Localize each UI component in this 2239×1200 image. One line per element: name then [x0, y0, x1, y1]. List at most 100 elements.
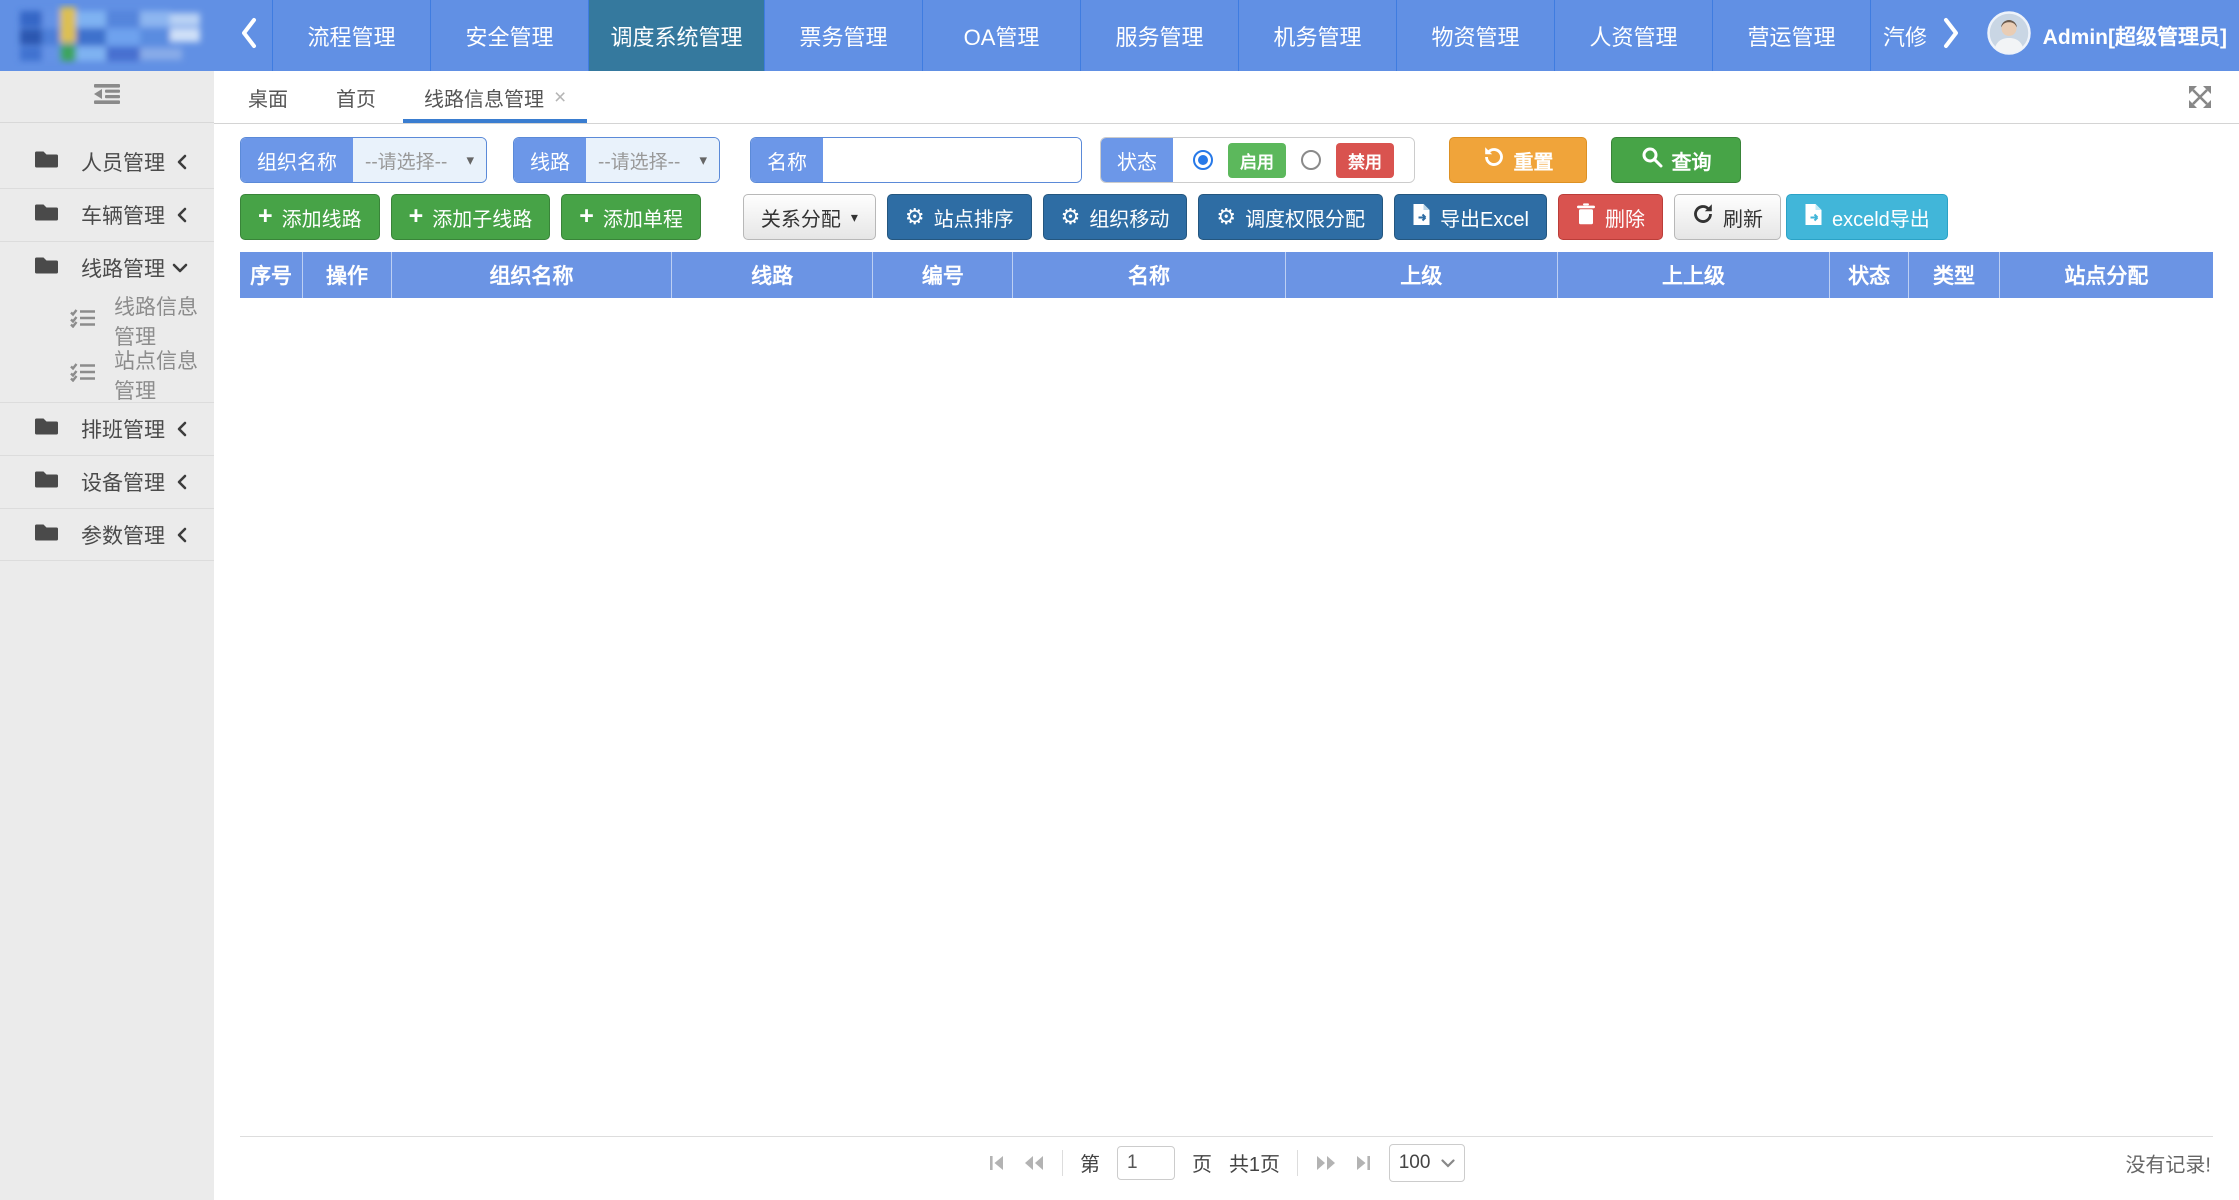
org-name-select[interactable]: --请选择-- ▾	[353, 138, 486, 182]
nav-item-oa[interactable]: OA管理	[922, 0, 1080, 71]
tab-home[interactable]: 首页	[312, 71, 400, 123]
tab-bar: 桌面 首页 线路信息管理 ×	[214, 71, 2239, 124]
column-header: 状态	[1830, 252, 1909, 298]
selected-value: --请选择--	[598, 147, 680, 174]
chevron-down-icon	[172, 262, 188, 274]
refresh-icon	[1692, 203, 1714, 231]
org-move-button[interactable]: ⚙ 组织移动	[1043, 194, 1188, 240]
folder-icon	[34, 255, 59, 281]
chevron-left-icon	[176, 527, 188, 543]
column-header: 类型	[1909, 252, 2000, 298]
nav-item-safety[interactable]: 安全管理	[430, 0, 588, 71]
reset-button[interactable]: 重置	[1449, 137, 1587, 183]
refresh-button[interactable]: 刷新	[1674, 194, 1781, 240]
plus-icon: +	[409, 204, 424, 229]
sidebar-collapse-button[interactable]	[0, 71, 214, 123]
sidebar-item-label: 线路信息管理	[114, 291, 214, 351]
fullscreen-button[interactable]	[2187, 84, 2213, 115]
sidebar-item-personnel[interactable]: 人员管理	[0, 135, 214, 188]
main-panel: 桌面 首页 线路信息管理 × 组织名称	[214, 71, 2239, 1200]
radio-disabled[interactable]	[1301, 150, 1321, 170]
content-area: 组织名称 --请选择-- ▾ 线路 --请选择-- ▾ 名称 状态	[214, 124, 2239, 1200]
plus-icon: +	[579, 204, 594, 229]
tab-desktop[interactable]: 桌面	[224, 71, 312, 123]
sidebar-item-lines[interactable]: 线路管理	[0, 241, 214, 294]
status-options: 启用 禁用	[1173, 138, 1414, 182]
folder-icon	[34, 469, 59, 495]
last-page-button[interactable]	[1354, 1154, 1372, 1172]
nav-item-materials[interactable]: 物资管理	[1396, 0, 1554, 71]
line-label: 线路	[514, 138, 586, 182]
page-number-input[interactable]	[1117, 1146, 1175, 1180]
search-icon	[1641, 146, 1663, 174]
caret-down-icon: ▾	[466, 151, 474, 169]
avatar	[1987, 11, 2031, 61]
caret-down-icon: ▾	[699, 151, 707, 169]
sidebar-item-line-info[interactable]: 线路信息管理	[0, 294, 214, 348]
user-menu[interactable]: Admin[超级管理员]	[1987, 0, 2239, 71]
export-excel-button[interactable]: 导出Excel	[1394, 194, 1547, 240]
gear-icon: ⚙	[1061, 206, 1081, 228]
page-size-select[interactable]: 100	[1389, 1144, 1465, 1182]
excel-export-button[interactable]: exceld导出	[1786, 194, 1948, 240]
sidebar-item-parameters[interactable]: 参数管理	[0, 508, 214, 561]
tab-line-info-management[interactable]: 线路信息管理 ×	[400, 71, 590, 123]
relation-assign-dropdown[interactable]: 关系分配 ▾	[743, 194, 876, 240]
next-page-button[interactable]	[1315, 1154, 1337, 1172]
table-header-row: 序号 操作 组织名称 线路 编号 名称 上级 上上级 状态 类型 站点分配	[240, 252, 2213, 298]
file-export-icon	[1412, 203, 1431, 232]
divider	[1062, 1150, 1063, 1176]
chevron-left-icon	[176, 421, 188, 437]
folder-icon	[34, 416, 59, 442]
search-button[interactable]: 查询	[1611, 137, 1741, 183]
column-header: 上级	[1286, 252, 1558, 298]
first-page-button[interactable]	[988, 1154, 1006, 1172]
divider	[1297, 1150, 1298, 1176]
org-name-filter-group: 组织名称 --请选择-- ▾	[240, 137, 487, 183]
delete-button[interactable]: 删除	[1558, 194, 1663, 240]
sidebar-menu: 人员管理 车辆管理 线路管理 线路信息管理 站点信息管理 排班管理	[0, 123, 214, 561]
button-label: 刷新	[1723, 203, 1763, 232]
sidebar-item-station-info[interactable]: 站点信息管理	[0, 348, 214, 402]
dispatch-permission-button[interactable]: ⚙ 调度权限分配	[1198, 194, 1383, 240]
nav-item-machinery[interactable]: 机务管理	[1238, 0, 1396, 71]
column-header: 组织名称	[392, 252, 672, 298]
nav-item-vehicle-repair[interactable]: 汽修管理	[1870, 0, 1928, 71]
close-icon[interactable]: ×	[554, 87, 566, 108]
nav-item-process[interactable]: 流程管理	[272, 0, 430, 71]
nav-item-service[interactable]: 服务管理	[1080, 0, 1238, 71]
add-one-way-button[interactable]: + 添加单程	[561, 194, 701, 240]
nav-scroll-right-button[interactable]	[1928, 0, 1974, 71]
sidebar-item-scheduling[interactable]: 排班管理	[0, 402, 214, 455]
sidebar-item-equipment[interactable]: 设备管理	[0, 455, 214, 508]
gear-icon: ⚙	[905, 206, 925, 228]
status-badge-enabled[interactable]: 启用	[1228, 143, 1286, 178]
sidebar-item-label: 设备管理	[81, 467, 176, 497]
add-sub-line-button[interactable]: + 添加子线路	[391, 194, 551, 240]
status-badge-disabled[interactable]: 禁用	[1336, 143, 1394, 178]
sidebar-item-label: 排班管理	[81, 414, 176, 444]
chevron-down-icon	[1441, 1152, 1455, 1174]
nav-scroll-left-button[interactable]	[226, 0, 272, 71]
reset-label: 重置	[1514, 146, 1554, 175]
station-sort-button[interactable]: ⚙ 站点排序	[887, 194, 1032, 240]
prev-page-button[interactable]	[1023, 1154, 1045, 1172]
expand-arrows-icon	[2187, 97, 2213, 114]
line-select[interactable]: --请选择-- ▾	[586, 138, 719, 182]
sidebar: 人员管理 车辆管理 线路管理 线路信息管理 站点信息管理 排班管理	[0, 71, 214, 1200]
column-header: 线路	[672, 252, 873, 298]
button-label: 添加单程	[603, 203, 683, 232]
radio-enabled[interactable]	[1193, 150, 1213, 170]
nav-item-ticketing[interactable]: 票务管理	[764, 0, 922, 71]
sidebar-item-vehicles[interactable]: 车辆管理	[0, 188, 214, 241]
no-records-message: 没有记录!	[2125, 1148, 2211, 1177]
name-input[interactable]	[823, 138, 1081, 182]
button-label: 添加线路	[282, 203, 362, 232]
nav-item-dispatch-system[interactable]: 调度系统管理	[588, 0, 764, 71]
nav-item-operations[interactable]: 营运管理	[1712, 0, 1870, 71]
nav-item-hr[interactable]: 人资管理	[1554, 0, 1712, 71]
add-line-button[interactable]: + 添加线路	[240, 194, 380, 240]
page-size-value: 100	[1399, 1152, 1431, 1174]
chevron-right-icon	[1941, 17, 1961, 54]
column-header: 序号	[240, 252, 303, 298]
